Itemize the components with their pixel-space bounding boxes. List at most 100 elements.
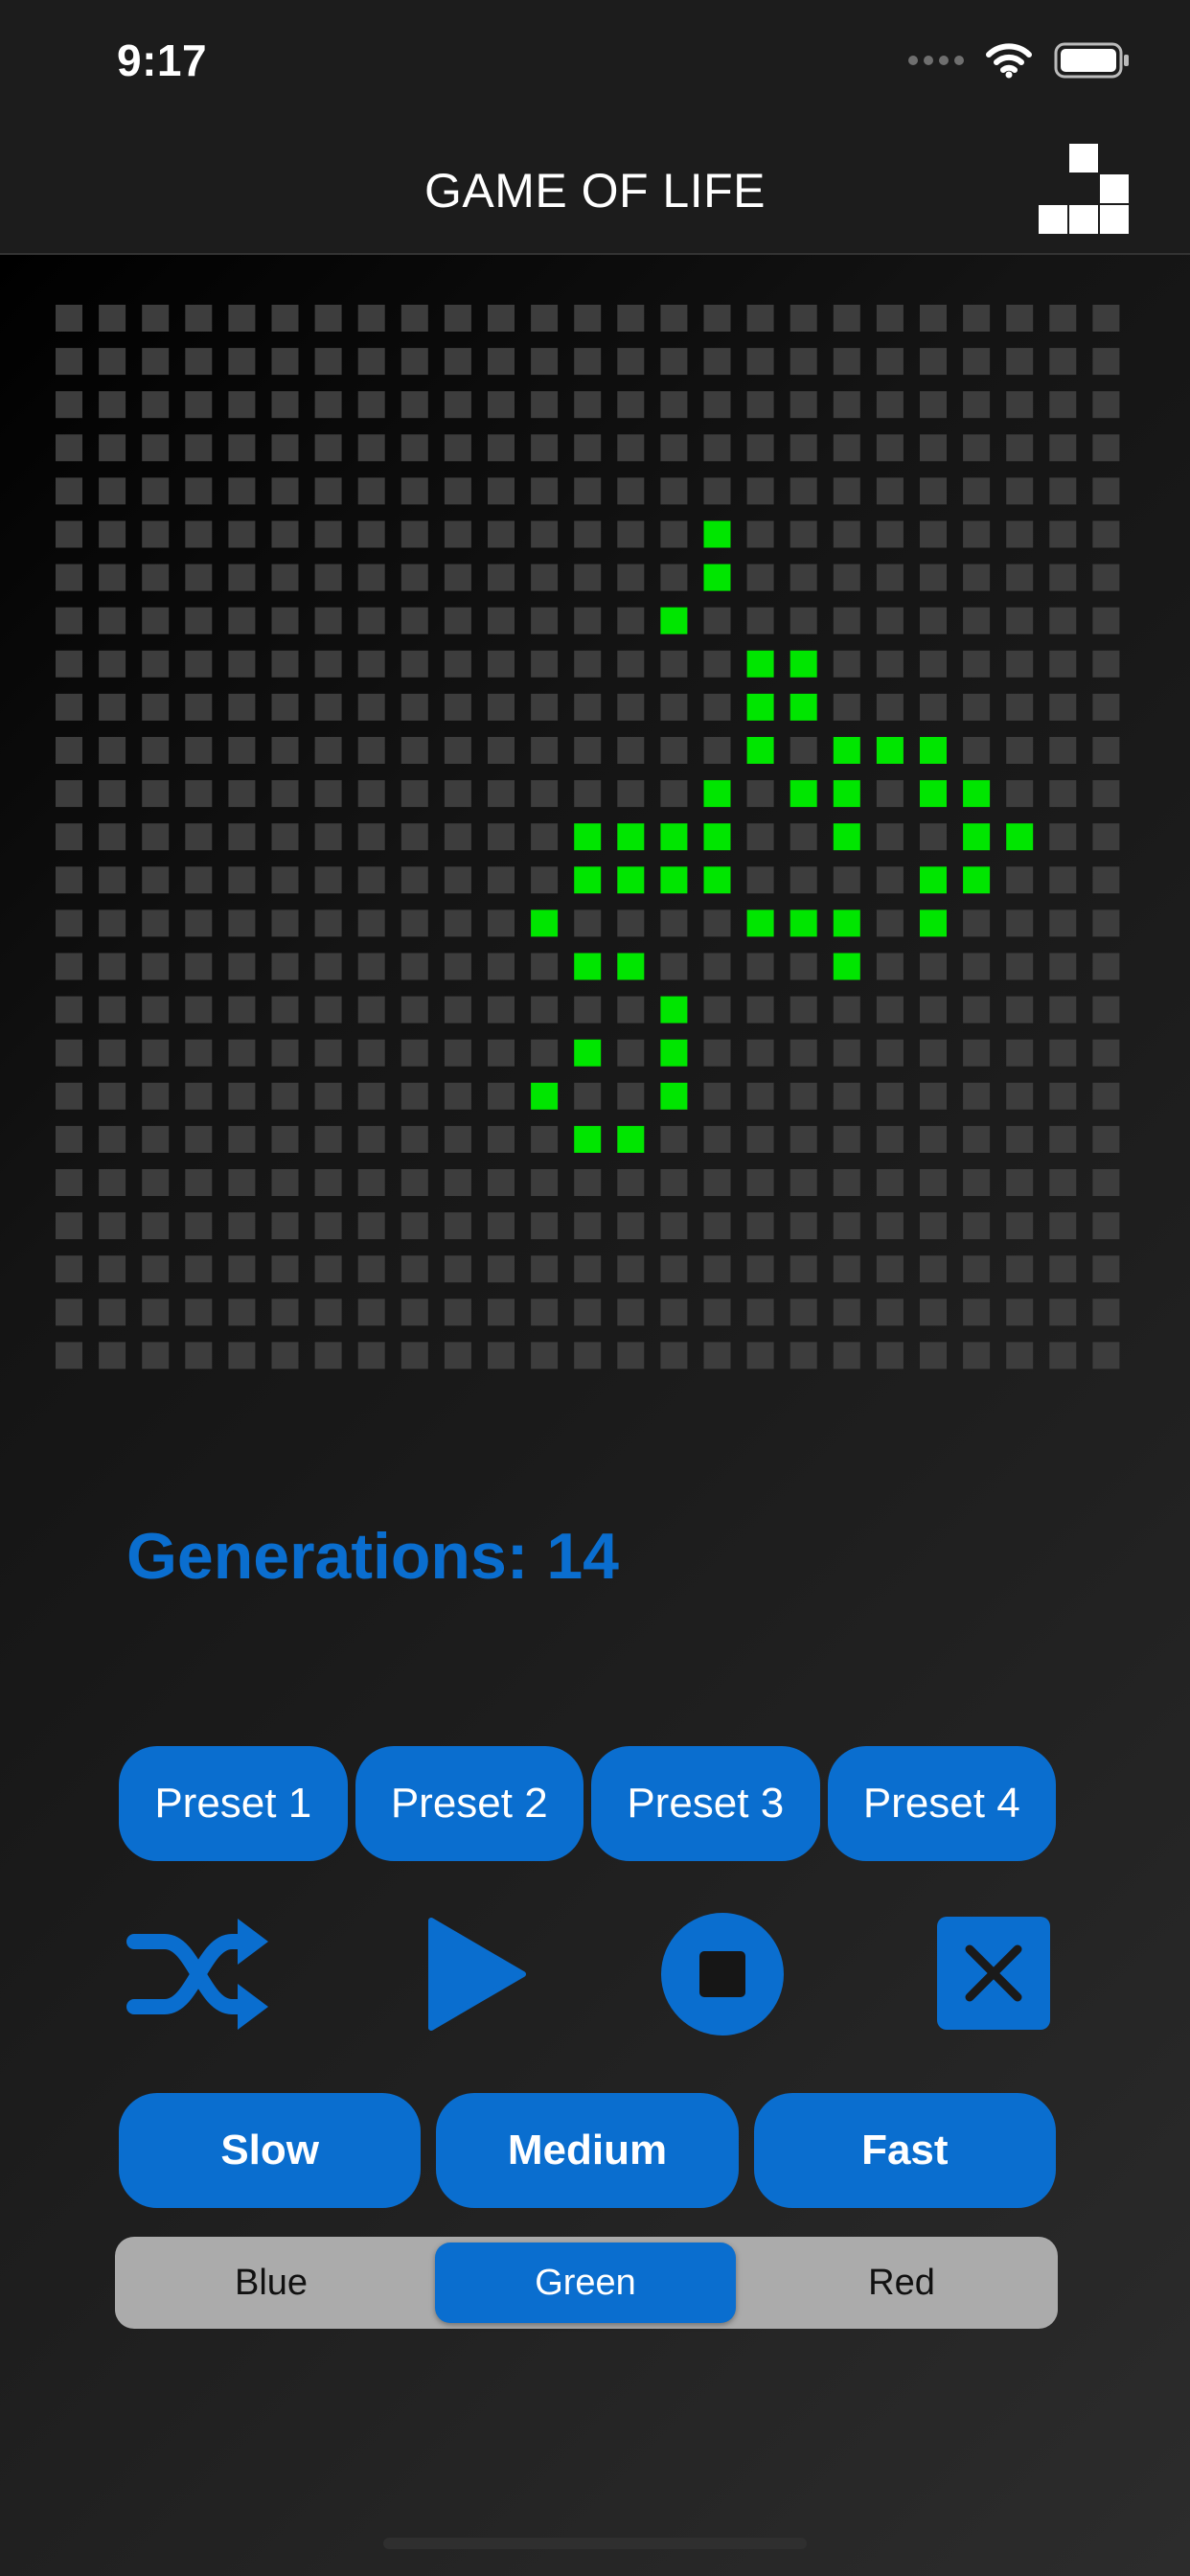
cell-dead[interactable]: [56, 650, 82, 678]
cell-dead[interactable]: [488, 780, 515, 808]
cell-dead[interactable]: [1092, 780, 1120, 808]
cell-dead[interactable]: [56, 909, 82, 937]
cell-dead[interactable]: [357, 1299, 385, 1326]
cell-dead[interactable]: [314, 823, 342, 851]
cell-dead[interactable]: [531, 477, 559, 505]
cell-dead[interactable]: [1092, 1169, 1120, 1196]
cell-dead[interactable]: [142, 434, 170, 462]
cell-dead[interactable]: [920, 996, 947, 1024]
preset-2-button[interactable]: Preset 2: [355, 1746, 584, 1861]
cell-dead[interactable]: [1049, 564, 1077, 591]
cell-alive[interactable]: [617, 1125, 645, 1153]
cell-dead[interactable]: [142, 996, 170, 1024]
cell-dead[interactable]: [574, 1212, 602, 1240]
cell-dead[interactable]: [574, 780, 602, 808]
cell-dead[interactable]: [703, 1169, 731, 1196]
cell-dead[interactable]: [99, 866, 126, 894]
cell-dead[interactable]: [228, 564, 256, 591]
cell-dead[interactable]: [746, 1125, 774, 1153]
cell-dead[interactable]: [876, 1125, 904, 1153]
cell-dead[interactable]: [790, 1342, 817, 1369]
cell-dead[interactable]: [314, 348, 342, 376]
cell-dead[interactable]: [357, 564, 385, 591]
cell-dead[interactable]: [444, 1039, 471, 1067]
cell-dead[interactable]: [228, 1299, 256, 1326]
cell-dead[interactable]: [271, 953, 299, 980]
cell-dead[interactable]: [790, 477, 817, 505]
cell-dead[interactable]: [271, 305, 299, 332]
cell-dead[interactable]: [531, 1299, 559, 1326]
cell-dead[interactable]: [56, 434, 82, 462]
cell-dead[interactable]: [488, 953, 515, 980]
cell-dead[interactable]: [790, 305, 817, 332]
cell-alive[interactable]: [574, 866, 602, 894]
cell-dead[interactable]: [185, 564, 213, 591]
cell-dead[interactable]: [617, 693, 645, 721]
cell-dead[interactable]: [833, 434, 860, 462]
cell-dead[interactable]: [357, 1342, 385, 1369]
cell-dead[interactable]: [833, 520, 860, 548]
cell-dead[interactable]: [876, 1169, 904, 1196]
cell-dead[interactable]: [660, 1299, 688, 1326]
cell-dead[interactable]: [400, 996, 428, 1024]
cell-dead[interactable]: [1092, 1342, 1120, 1369]
cell-dead[interactable]: [1092, 823, 1120, 851]
cell-dead[interactable]: [185, 953, 213, 980]
cell-dead[interactable]: [444, 1169, 471, 1196]
cell-dead[interactable]: [56, 1212, 82, 1240]
cell-dead[interactable]: [963, 348, 991, 376]
cell-dead[interactable]: [920, 520, 947, 548]
cell-dead[interactable]: [400, 953, 428, 980]
cell-dead[interactable]: [790, 391, 817, 419]
cell-dead[interactable]: [920, 1255, 947, 1283]
cell-dead[interactable]: [99, 520, 126, 548]
cell-dead[interactable]: [99, 348, 126, 376]
cell-dead[interactable]: [920, 823, 947, 851]
cell-dead[interactable]: [99, 391, 126, 419]
cell-dead[interactable]: [271, 348, 299, 376]
cell-dead[interactable]: [617, 1169, 645, 1196]
cell-dead[interactable]: [876, 348, 904, 376]
cell-dead[interactable]: [444, 477, 471, 505]
cell-dead[interactable]: [142, 391, 170, 419]
cell-dead[interactable]: [1092, 1039, 1120, 1067]
cell-dead[interactable]: [271, 996, 299, 1024]
color-option-red[interactable]: Red: [751, 2242, 1052, 2323]
cell-dead[interactable]: [531, 391, 559, 419]
cell-dead[interactable]: [99, 953, 126, 980]
cell-dead[interactable]: [1006, 391, 1034, 419]
cell-alive[interactable]: [617, 953, 645, 980]
cell-alive[interactable]: [746, 737, 774, 764]
cell-dead[interactable]: [314, 607, 342, 634]
cell-dead[interactable]: [1006, 1125, 1034, 1153]
cell-dead[interactable]: [1092, 996, 1120, 1024]
cell-dead[interactable]: [56, 1299, 82, 1326]
cell-dead[interactable]: [660, 953, 688, 980]
cell-dead[interactable]: [746, 1299, 774, 1326]
cell-dead[interactable]: [963, 1255, 991, 1283]
cell-dead[interactable]: [833, 391, 860, 419]
cell-dead[interactable]: [574, 391, 602, 419]
cell-dead[interactable]: [56, 477, 82, 505]
cell-dead[interactable]: [56, 1169, 82, 1196]
cell-dead[interactable]: [185, 348, 213, 376]
cell-dead[interactable]: [920, 305, 947, 332]
cell-dead[interactable]: [357, 1039, 385, 1067]
cell-dead[interactable]: [314, 909, 342, 937]
cell-dead[interactable]: [228, 391, 256, 419]
cell-dead[interactable]: [444, 650, 471, 678]
cell-dead[interactable]: [142, 1212, 170, 1240]
cell-dead[interactable]: [703, 1082, 731, 1110]
cell-dead[interactable]: [271, 391, 299, 419]
cell-dead[interactable]: [660, 564, 688, 591]
cell-dead[interactable]: [963, 607, 991, 634]
cell-dead[interactable]: [1049, 477, 1077, 505]
cell-dead[interactable]: [531, 996, 559, 1024]
cell-dead[interactable]: [488, 1342, 515, 1369]
cell-dead[interactable]: [56, 996, 82, 1024]
cell-alive[interactable]: [531, 1082, 559, 1110]
cell-dead[interactable]: [617, 780, 645, 808]
cell-dead[interactable]: [314, 1299, 342, 1326]
clear-icon[interactable]: [937, 1917, 1050, 2030]
cell-dead[interactable]: [142, 564, 170, 591]
